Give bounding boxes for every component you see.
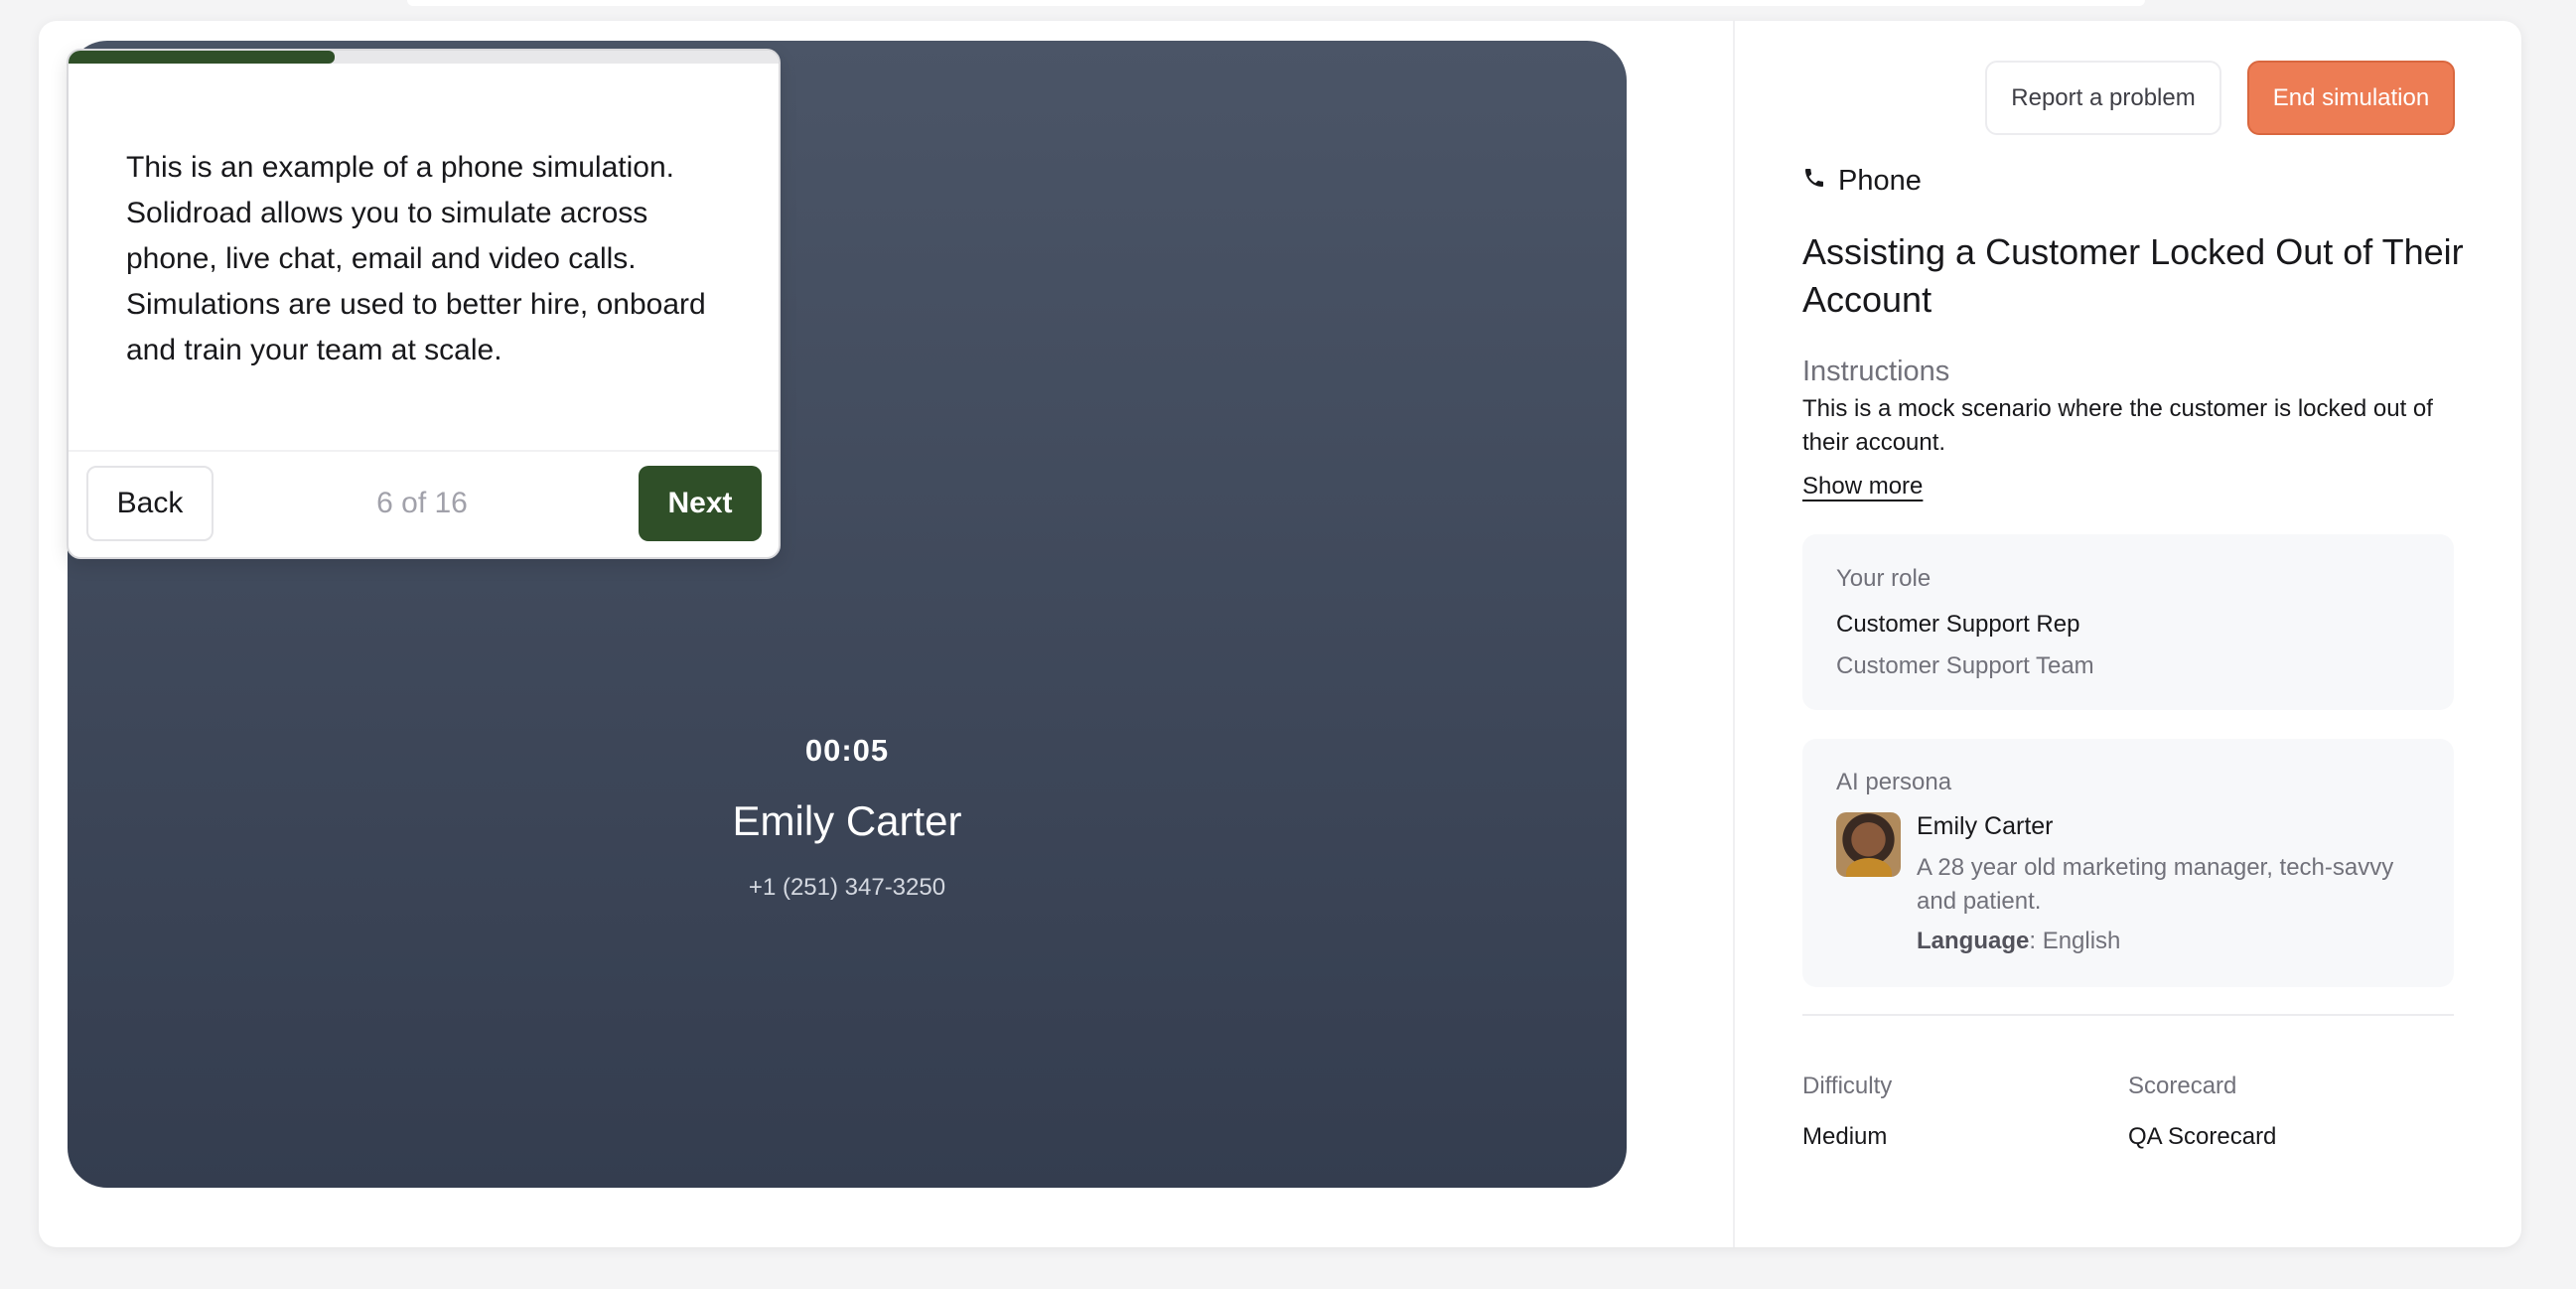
- persona-name: Emily Carter: [1917, 812, 2054, 840]
- channel-indicator: Phone: [1802, 165, 1922, 198]
- scorecard-value: QA Scorecard: [2128, 1123, 2277, 1150]
- tour-progress-fill: [69, 51, 336, 64]
- difficulty-value: Medium: [1802, 1123, 1888, 1150]
- role-card: Your role Customer Support Rep Customer …: [1802, 534, 2454, 710]
- tour-popover: This is an example of a phone simulation…: [67, 49, 781, 559]
- role-title: Customer Support Rep: [1836, 611, 2080, 638]
- tour-text: This is an example of a phone simulation…: [126, 151, 706, 366]
- meta-divider: [1802, 1014, 2454, 1016]
- phone-icon: [1802, 165, 1826, 198]
- persona-card: AI persona Emily Carter A 28 year old ma…: [1802, 739, 2454, 987]
- report-problem-button[interactable]: Report a problem: [1985, 61, 2221, 135]
- persona-language: Language: English: [1917, 928, 2121, 954]
- call-info: 00:05 Emily Carter +1 (251) 347-3250: [68, 733, 1627, 902]
- tour-footer-divider: [69, 450, 779, 452]
- role-label: Your role: [1836, 565, 1932, 592]
- caller-name: Emily Carter: [732, 797, 962, 844]
- role-team: Customer Support Team: [1836, 652, 2094, 679]
- tour-back-button[interactable]: Back: [86, 466, 214, 541]
- call-timer: 00:05: [804, 733, 890, 768]
- tour-step-counter: 6 of 16: [376, 487, 468, 519]
- persona-description: A 28 year old marketing manager, tech-sa…: [1917, 854, 2394, 915]
- tour-progress-track: [69, 51, 779, 64]
- difficulty-label: Difficulty: [1802, 1073, 1893, 1099]
- language-label: Language: [1917, 928, 2030, 954]
- instructions-text: This is a mock scenario where the custom…: [1802, 395, 2433, 456]
- scenario-title: Assisting a Customer Locked Out of Their…: [1802, 231, 2464, 320]
- instructions-label: Instructions: [1802, 356, 1950, 387]
- channel-label: Phone: [1838, 165, 1922, 197]
- caller-phone: +1 (251) 347-3250: [748, 874, 946, 901]
- tour-next-button[interactable]: Next: [639, 466, 762, 541]
- top-strip: [407, 0, 2145, 6]
- end-simulation-button[interactable]: End simulation: [2247, 61, 2455, 135]
- panel-divider: [1733, 21, 1735, 1247]
- scorecard-label: Scorecard: [2128, 1073, 2237, 1099]
- show-more-link[interactable]: Show more: [1802, 473, 1923, 501]
- language-value: English: [2042, 928, 2121, 954]
- avatar: [1836, 812, 1901, 877]
- persona-label: AI persona: [1836, 769, 1952, 795]
